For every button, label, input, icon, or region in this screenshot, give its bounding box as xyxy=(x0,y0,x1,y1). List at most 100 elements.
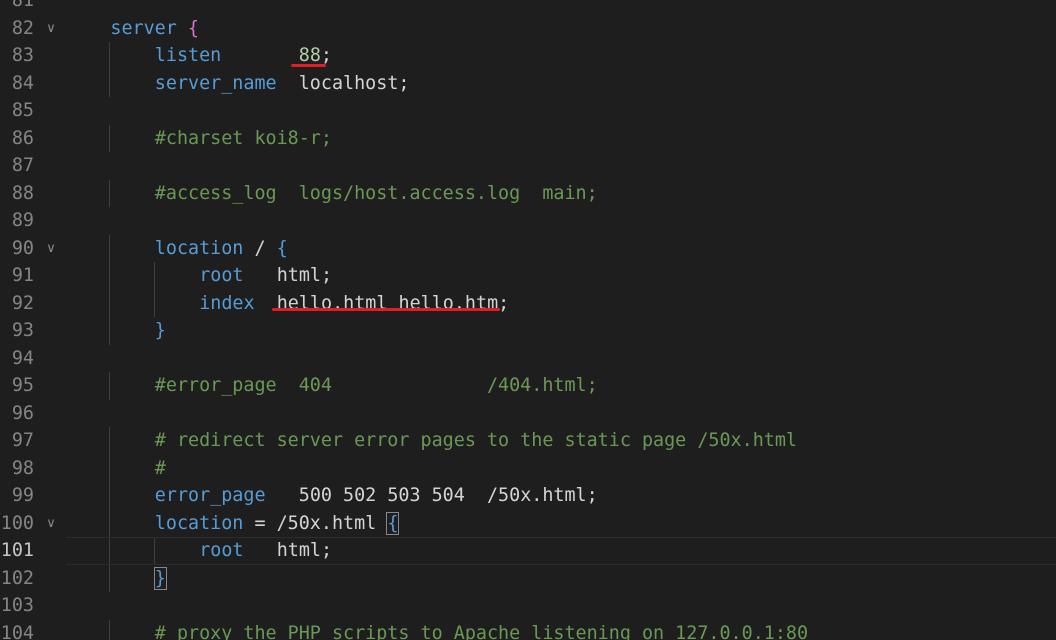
code-comment: # proxy the PHP scripts to Apache listen… xyxy=(154,622,809,640)
editor-lines: 81 82 ∨ server {83 listen 88; 84 server_name l… xyxy=(0,0,1056,640)
line-number: 82 xyxy=(11,17,34,39)
indent-guide xyxy=(109,124,111,152)
line-number: 89 xyxy=(11,210,34,231)
line-code: } xyxy=(153,565,167,593)
line-number: 86 xyxy=(11,127,34,149)
line-number: 93 xyxy=(11,320,34,341)
code-line[interactable]: 83 listen 88; xyxy=(0,42,1056,70)
indent-guide xyxy=(109,537,111,565)
underline-index-files xyxy=(272,308,500,311)
chevron-down-icon[interactable]: ∨ xyxy=(43,510,59,538)
indent-guide xyxy=(109,482,111,510)
code-text: html; xyxy=(243,265,333,286)
line-number: 88 xyxy=(11,182,34,204)
line-number: 104 xyxy=(0,622,34,640)
code-text: html; xyxy=(243,540,333,561)
code-line[interactable]: 91 root html; xyxy=(0,262,1056,290)
indent-guide xyxy=(109,454,111,482)
line-code: location = /50x.html { xyxy=(154,510,400,538)
indent-guide xyxy=(153,537,155,565)
indent-guide xyxy=(153,262,155,290)
number-literal: 88 xyxy=(298,45,321,66)
line-code: # xyxy=(155,455,166,483)
indent-guide xyxy=(109,427,111,455)
code-line[interactable]: 95 #error_page 404 /404.html; xyxy=(0,372,1056,400)
code-line[interactable]: 102} xyxy=(0,564,1056,593)
line-number: 81 xyxy=(11,0,34,11)
indent-guide xyxy=(109,42,111,70)
code-line[interactable]: 100 ∨ location = /50x.html { xyxy=(0,509,1056,538)
code-line[interactable]: 86 #charset koi8-r; xyxy=(0,124,1056,152)
code-line[interactable]: 101 root html; xyxy=(0,537,1056,565)
matched-brace: } xyxy=(153,566,167,590)
line-number: 91 xyxy=(11,265,34,286)
brace: { xyxy=(187,17,199,39)
indent-guide xyxy=(153,289,155,317)
directive-keyword: location xyxy=(154,237,244,259)
code-line[interactable]: 97 # redirect server error pages to the s… xyxy=(0,427,1056,455)
directive-keyword: server_name xyxy=(154,72,277,94)
code-comment: # redirect server error pages to the sta… xyxy=(154,430,797,451)
code-line[interactable]: 90 ∨ location / { xyxy=(0,234,1056,263)
indent-guide xyxy=(109,564,111,592)
code-line[interactable]: 92 index hello.html hello.htm; xyxy=(0,289,1056,318)
line-code: root html; xyxy=(199,537,332,565)
code-comment: # xyxy=(154,457,166,479)
chevron-down-icon[interactable]: ∨ xyxy=(43,15,59,43)
directive-keyword: root xyxy=(199,265,244,286)
line-code: server_name localhost; xyxy=(155,70,410,98)
code-line[interactable]: 89 xyxy=(0,207,1056,235)
line-number: 83 xyxy=(11,45,34,66)
indent-guide xyxy=(109,234,111,262)
line-number: 100 xyxy=(0,512,34,534)
indent-guide xyxy=(109,262,111,290)
directive-keyword: error_page xyxy=(154,485,266,506)
line-number: 98 xyxy=(11,457,34,479)
chevron-down-icon[interactable]: ∨ xyxy=(43,235,59,263)
line-number: 92 xyxy=(11,292,34,314)
code-text: = /50x.html xyxy=(243,512,388,534)
code-line[interactable]: 81 xyxy=(0,0,1056,15)
line-number: 94 xyxy=(11,347,34,369)
code-line[interactable]: 103 xyxy=(0,592,1056,620)
code-line[interactable]: 87 xyxy=(0,152,1056,180)
line-code: index hello.html hello.htm; xyxy=(199,290,509,318)
code-line[interactable]: 104 # proxy the PHP scripts to Apache lis… xyxy=(0,619,1056,640)
code-text: 500 502 503 504 /50x.html; xyxy=(265,485,598,506)
code-line[interactable]: 98 # xyxy=(0,454,1056,483)
code-text: localhost; xyxy=(276,72,410,94)
code-line[interactable]: 88 #access_log logs/host.access.log main; xyxy=(0,179,1056,208)
code-line[interactable]: 85 xyxy=(0,97,1056,125)
line-code: root html; xyxy=(199,262,332,290)
code-line[interactable]: 84 server_name localhost; xyxy=(0,69,1056,98)
code-editor[interactable]: 81 82 ∨ server {83 listen 88; 84 server_name l… xyxy=(0,0,1056,640)
line-number: 84 xyxy=(11,72,34,94)
indent-guide xyxy=(109,69,111,97)
brace: } xyxy=(154,320,166,341)
line-number: 95 xyxy=(11,375,34,396)
line-number: 101 xyxy=(0,540,34,561)
code-comment: #access_log logs/host.access.log main; xyxy=(154,182,598,204)
code-line[interactable]: 93} xyxy=(0,317,1056,345)
code-comment: #error_page 404 /404.html; xyxy=(154,375,598,396)
underline-listen-port xyxy=(291,64,326,67)
indent-guide xyxy=(109,317,111,345)
line-code: #error_page 404 /404.html; xyxy=(155,372,598,400)
line-number: 103 xyxy=(0,595,34,616)
indent-guide xyxy=(109,179,111,207)
indent-guide xyxy=(109,619,111,640)
code-line[interactable]: 99 error_page 500 502 503 504 /50x.html; xyxy=(0,482,1056,510)
code-line[interactable]: 96 xyxy=(0,400,1056,428)
line-code: error_page 500 502 503 504 /50x.html; xyxy=(155,482,598,510)
line-code: # redirect server error pages to the sta… xyxy=(155,427,797,455)
code-line[interactable]: 82 ∨ server { xyxy=(0,15,1056,43)
directive-keyword: root xyxy=(199,540,244,561)
line-code: #access_log logs/host.access.log main; xyxy=(155,180,598,208)
line-code: } xyxy=(155,317,166,345)
indent-guide xyxy=(109,509,111,537)
directive-keyword: location xyxy=(154,512,244,534)
code-line[interactable]: 94 xyxy=(0,345,1056,373)
line-number: 90 xyxy=(11,237,34,259)
